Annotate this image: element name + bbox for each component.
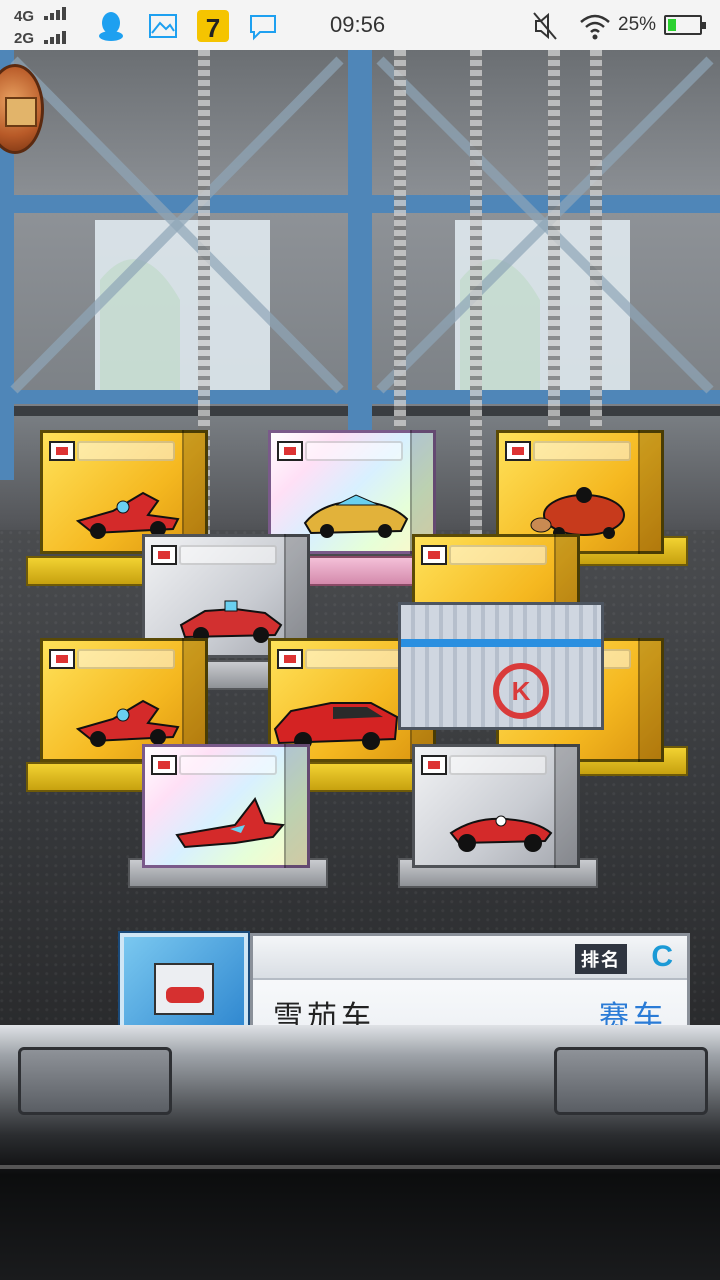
box-label	[449, 755, 547, 775]
box-logo-icon	[151, 545, 177, 565]
wifi-icon	[580, 14, 610, 40]
qq-icon	[99, 12, 123, 41]
car-thumbnail	[120, 933, 248, 1025]
box-logo-icon	[277, 441, 303, 461]
network-type-1: 4G	[14, 8, 35, 25]
car-category: 赛车	[599, 1000, 667, 1025]
battery-percent: 25%	[618, 14, 657, 35]
box-label	[449, 545, 547, 565]
box-logo-icon	[49, 649, 75, 669]
box-label	[305, 441, 403, 461]
battery-fill	[668, 19, 676, 31]
signal-icon	[44, 6, 72, 20]
mute-icon	[533, 12, 557, 40]
rainbow-car-box[interactable]	[142, 744, 310, 868]
race-car-icon	[75, 699, 180, 747]
cigar-car-icon	[449, 815, 553, 852]
car-box-thumbnail-icon	[154, 963, 214, 1015]
box-label	[305, 649, 403, 669]
box-label	[179, 545, 277, 565]
jet-car-icon	[175, 797, 285, 849]
sports-car-icon	[303, 494, 409, 538]
race-car-icon	[75, 491, 180, 539]
clock: 09:56	[330, 12, 386, 37]
car-info-panel[interactable]: 排名 C 雪茄车 赛车	[120, 933, 690, 1025]
box-logo-icon	[151, 755, 177, 775]
box-logo-icon	[277, 649, 303, 669]
network-type-2: 2G	[14, 30, 35, 47]
shipping-container[interactable]: K	[398, 602, 604, 730]
warehouse-scene[interactable]: K 排名 C 雪茄车 赛车	[0, 50, 720, 1025]
box-label	[77, 441, 175, 461]
car-info-card: 排名 C 雪茄车 赛车	[250, 933, 690, 1025]
box-logo-icon	[49, 441, 75, 461]
roadster-icon	[179, 600, 283, 643]
box-label	[179, 755, 277, 775]
box-logo-icon	[505, 441, 531, 461]
box-label	[77, 649, 175, 669]
image-icon	[149, 14, 177, 38]
chain	[470, 50, 482, 540]
signal-icon	[44, 30, 72, 44]
chat-icon	[250, 15, 276, 41]
left-action-button[interactable]	[18, 1047, 172, 1115]
rank-value: C	[651, 940, 673, 973]
status-bar: 4G 2G 7 09:56 25%	[0, 0, 720, 50]
rank-label: 排名	[575, 944, 627, 974]
box-logo-icon	[421, 545, 447, 565]
app-7-icon: 7	[197, 10, 229, 43]
svg-text:7: 7	[206, 13, 220, 43]
container-logo-icon: K	[493, 663, 549, 719]
car-name: 雪茄车	[273, 1000, 375, 1025]
right-action-button[interactable]	[554, 1047, 708, 1115]
turtle-car-icon	[530, 487, 625, 539]
box-label	[533, 441, 631, 461]
battery-icon	[664, 15, 706, 35]
red-suv-icon	[273, 702, 399, 750]
box-logo-icon	[421, 755, 447, 775]
silver-car-box[interactable]	[412, 744, 580, 868]
bottom-control-bar	[0, 1025, 720, 1280]
